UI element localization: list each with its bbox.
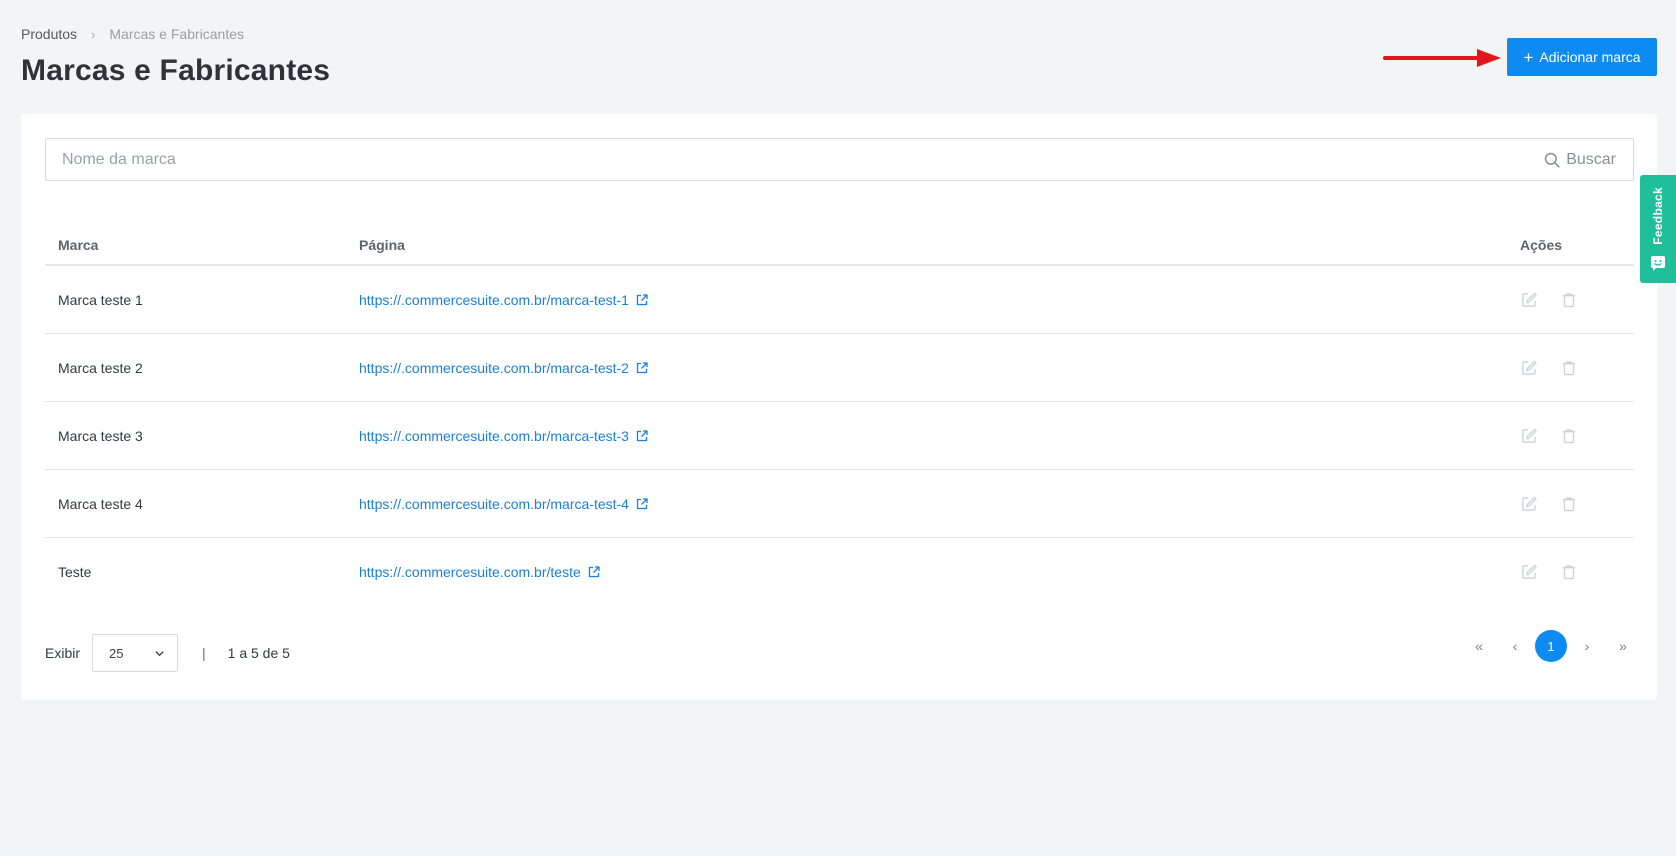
feedback-label: Feedback bbox=[1651, 187, 1665, 245]
annotation-arrow-icon bbox=[1383, 49, 1501, 67]
chevron-down-icon bbox=[155, 650, 164, 656]
breadcrumb-chevron-icon: › bbox=[91, 26, 96, 42]
show-label: Exibir bbox=[45, 645, 81, 661]
next-page-button[interactable]: › bbox=[1571, 630, 1603, 662]
breadcrumb-produtos[interactable]: Produtos bbox=[21, 26, 77, 42]
brand-page-url: https://.commercesuite.com.br/marca-test… bbox=[359, 359, 629, 376]
brand-page-url: https://.commercesuite.com.br/marca-test… bbox=[359, 291, 629, 308]
row-actions bbox=[1518, 495, 1634, 513]
row-actions bbox=[1518, 359, 1634, 377]
brand-page-cell: https://.commercesuite.com.br/teste bbox=[359, 564, 1518, 580]
smiley-chat-icon bbox=[1651, 256, 1665, 271]
search-button[interactable]: Buscar bbox=[1534, 139, 1633, 180]
trash-icon[interactable] bbox=[1560, 359, 1578, 377]
column-header-acoes: Ações bbox=[1520, 237, 1563, 253]
brand-name: Marca teste 1 bbox=[58, 291, 143, 308]
table-row: Marca teste 2 https://.commercesuite.com… bbox=[45, 334, 1634, 402]
page-size-control: Exibir 25 | 1 a 5 de 5 bbox=[45, 634, 290, 672]
brand-page-url: https://.commercesuite.com.br/marca-test… bbox=[359, 495, 629, 512]
pagination: « ‹ 1 › » bbox=[1463, 630, 1639, 662]
plus-icon: + bbox=[1523, 47, 1534, 67]
brand-page-link[interactable]: https://.commercesuite.com.br/marca-test… bbox=[359, 428, 1518, 444]
brands-table: Marca Página Ações Marca teste 1 https:/… bbox=[45, 226, 1634, 606]
page-size-select[interactable]: 25 bbox=[92, 634, 179, 672]
breadcrumb-current: Marcas e Fabricantes bbox=[109, 26, 244, 42]
prev-page-button[interactable]: ‹ bbox=[1499, 630, 1531, 662]
current-page-button[interactable]: 1 bbox=[1535, 630, 1567, 662]
brand-page-link[interactable]: https://.commercesuite.com.br/marca-test… bbox=[359, 360, 1518, 376]
table-header: Marca Página Ações bbox=[45, 226, 1634, 266]
brand-name: Marca teste 2 bbox=[58, 359, 143, 376]
trash-icon[interactable] bbox=[1560, 291, 1578, 309]
edit-icon[interactable] bbox=[1520, 427, 1538, 445]
table-row: Teste https://.commercesuite.com.br/test… bbox=[45, 538, 1634, 606]
feedback-tab[interactable]: Feedback bbox=[1640, 175, 1676, 283]
table-row: Marca teste 4 https://.commercesuite.com… bbox=[45, 470, 1634, 538]
add-brand-button[interactable]: + Adicionar marca bbox=[1507, 38, 1657, 76]
search-box: Buscar bbox=[45, 138, 1634, 181]
trash-icon[interactable] bbox=[1560, 427, 1578, 445]
row-actions bbox=[1518, 427, 1634, 445]
search-button-label: Buscar bbox=[1566, 150, 1616, 168]
brand-name: Teste bbox=[58, 564, 92, 580]
external-link-icon bbox=[636, 429, 648, 441]
table-body: Marca teste 1 https://.commercesuite.com… bbox=[45, 266, 1634, 606]
page-size-value: 25 bbox=[109, 645, 124, 661]
brand-page-cell: https://.commercesuite.com.br/marca-test… bbox=[359, 360, 1518, 376]
external-link-icon bbox=[588, 566, 600, 578]
add-brand-label: Adicionar marca bbox=[1539, 49, 1641, 65]
breadcrumb: Produtos › Marcas e Fabricantes bbox=[21, 26, 244, 42]
external-link-icon bbox=[636, 293, 648, 305]
row-actions bbox=[1518, 563, 1634, 581]
page-title: Marcas e Fabricantes bbox=[21, 54, 331, 87]
brand-page-link[interactable]: https://.commercesuite.com.br/marca-test… bbox=[359, 292, 1518, 308]
brand-page-cell: https://.commercesuite.com.br/marca-test… bbox=[359, 496, 1518, 512]
column-header-marca: Marca bbox=[58, 237, 99, 253]
brand-name: Marca teste 3 bbox=[58, 427, 143, 444]
brand-page-cell: https://.commercesuite.com.br/marca-test… bbox=[359, 292, 1518, 308]
brand-page-url: https://.commercesuite.com.br/marca-test… bbox=[359, 427, 629, 444]
footer-separator: | bbox=[202, 645, 206, 661]
search-icon bbox=[1544, 152, 1560, 168]
external-link-icon bbox=[636, 497, 648, 509]
trash-icon[interactable] bbox=[1560, 563, 1578, 581]
brand-page-link[interactable]: https://.commercesuite.com.br/marca-test… bbox=[359, 496, 1518, 512]
search-input[interactable] bbox=[46, 139, 1535, 180]
brands-card: Buscar Marca Página Ações Marca teste 1 … bbox=[21, 114, 1657, 700]
edit-icon[interactable] bbox=[1520, 563, 1538, 581]
table-row: Marca teste 1 https://.commercesuite.com… bbox=[45, 266, 1634, 334]
row-actions bbox=[1518, 291, 1634, 309]
edit-icon[interactable] bbox=[1520, 291, 1538, 309]
first-page-button[interactable]: « bbox=[1463, 630, 1495, 662]
brand-page-link[interactable]: https://.commercesuite.com.br/teste bbox=[359, 564, 1518, 580]
brand-name: Marca teste 4 bbox=[58, 495, 143, 512]
trash-icon[interactable] bbox=[1560, 495, 1578, 513]
external-link-icon bbox=[636, 361, 648, 373]
range-text: 1 a 5 de 5 bbox=[227, 645, 290, 661]
brand-page-url: https://.commercesuite.com.br/teste bbox=[359, 564, 581, 580]
edit-icon[interactable] bbox=[1520, 495, 1538, 513]
brand-page-cell: https://.commercesuite.com.br/marca-test… bbox=[359, 428, 1518, 444]
last-page-button[interactable]: » bbox=[1607, 630, 1639, 662]
edit-icon[interactable] bbox=[1520, 359, 1538, 377]
table-row: Marca teste 3 https://.commercesuite.com… bbox=[45, 402, 1634, 470]
column-header-pagina: Página bbox=[359, 237, 405, 253]
